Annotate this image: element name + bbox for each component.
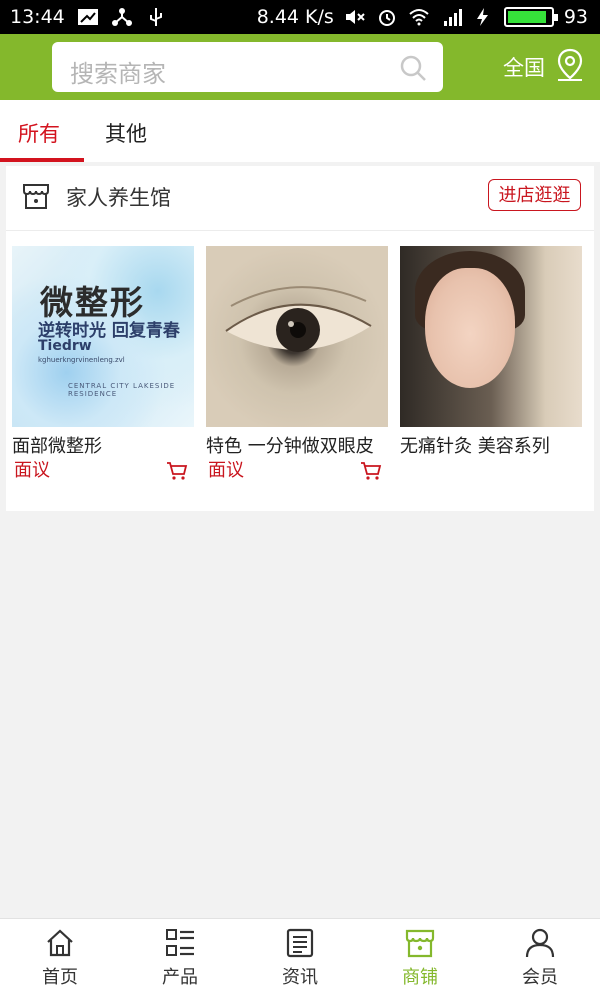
visit-store-button[interactable]: 进店逛逛 [488, 179, 581, 211]
alarm-icon [378, 10, 395, 26]
eye-illustration [225, 286, 372, 352]
nav-home-label: 首页 [42, 967, 78, 988]
image-text-brand: Tiedrw [38, 338, 92, 354]
usb-share-icon [111, 8, 132, 26]
location-pin-icon[interactable] [556, 48, 584, 82]
product-image[interactable] [400, 246, 582, 427]
mute-icon [345, 10, 365, 24]
cart-icon[interactable] [360, 461, 382, 481]
tab-other[interactable]: 其他 [105, 118, 147, 148]
category-tabs: 所有 其他 [0, 100, 600, 162]
nav-news-label: 资讯 [282, 967, 318, 988]
product-image[interactable] [206, 246, 388, 427]
wifi-icon [409, 9, 429, 26]
product-price: 面议 [14, 460, 50, 481]
news-icon [286, 928, 314, 958]
nav-products-label: 产品 [162, 967, 198, 988]
store-icon [23, 184, 49, 209]
store-icon [405, 929, 435, 958]
nav-member-label: 会员 [522, 967, 558, 988]
network-speed: 8.44 K/s [256, 6, 334, 28]
search-box[interactable]: 搜索商家 [52, 42, 443, 92]
product-item[interactable]: 特色 一分钟做双眼皮 面议 [206, 246, 388, 481]
shop-card: 家人养生馆 进店逛逛 微整形 逆转时光 回复青春 Tiedrw kghuerkn… [6, 166, 594, 511]
search-icon[interactable] [399, 54, 427, 82]
shop-header[interactable]: 家人养生馆 进店逛逛 [6, 166, 594, 231]
user-icon [525, 928, 555, 958]
bottom-nav: 首页 产品 资讯 商铺 会员 [0, 918, 600, 1000]
4g-signal-icon [443, 9, 462, 26]
active-tab-indicator [0, 158, 84, 162]
battery-icon [503, 7, 558, 27]
cart-icon[interactable] [166, 461, 188, 481]
tab-all[interactable]: 所有 [18, 118, 60, 148]
search-placeholder: 搜索商家 [70, 60, 166, 88]
portrait-face [425, 268, 515, 388]
image-text-footer: CENTRAL CITY LAKESIDE RESIDENCE [68, 382, 176, 398]
nav-member[interactable]: 会员 [480, 927, 600, 989]
product-title[interactable]: 面部微整形 [12, 432, 194, 458]
charging-icon [476, 8, 488, 26]
product-title[interactable]: 特色 一分钟做双眼皮 [206, 432, 388, 458]
product-item[interactable]: 无痛针灸 美容系列 [400, 246, 582, 458]
usb-icon [149, 8, 162, 26]
nav-news[interactable]: 资讯 [240, 927, 360, 989]
status-time: 13:44 [10, 6, 65, 28]
product-title[interactable]: 无痛针灸 美容系列 [400, 432, 582, 458]
nav-home[interactable]: 首页 [0, 927, 120, 989]
battery-level: 93 [563, 6, 588, 28]
list-grid-icon [166, 929, 194, 956]
header-bar: 搜索商家 全国 [0, 34, 600, 100]
status-bar: 13:44 8.44 K/s 93 [0, 0, 600, 34]
shop-name: 家人养生馆 [66, 186, 171, 210]
nav-products[interactable]: 产品 [120, 927, 240, 989]
region-selector[interactable]: 全国 [503, 52, 545, 82]
nav-stores-label: 商铺 [402, 967, 438, 988]
product-item[interactable]: 微整形 逆转时光 回复青春 Tiedrw kghuerkngrvinenleng… [12, 246, 194, 481]
screenshot-icon [77, 9, 98, 25]
image-text-small: kghuerkngrvinenleng.zvl [38, 356, 125, 364]
nav-stores[interactable]: 商铺 [360, 927, 480, 989]
product-price: 面议 [208, 460, 244, 481]
home-icon [47, 929, 73, 957]
product-image[interactable]: 微整形 逆转时光 回复青春 Tiedrw kghuerkngrvinenleng… [12, 246, 194, 427]
